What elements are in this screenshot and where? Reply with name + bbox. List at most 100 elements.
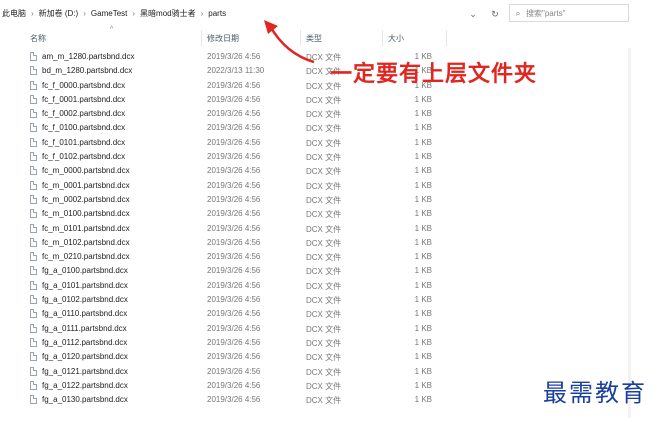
file-date: 2019/3/26 4:56 — [207, 194, 261, 204]
file-row[interactable]: fc_m_0002.partsbnd.dcx 2019/3/26 4:56 DCX … — [0, 194, 632, 208]
file-size: 1 KB — [414, 166, 432, 176]
file-size: 1 KB — [414, 237, 432, 247]
file-date: 2019/3/26 4:56 — [207, 366, 261, 376]
file-name: fg_a_0120.partsbnd.dcx — [42, 352, 128, 362]
breadcrumb-drive-d[interactable]: 新加卷 (D:) — [37, 8, 81, 19]
file-icon — [30, 366, 37, 376]
file-name: fg_a_0100.partsbnd.dcx — [42, 266, 128, 276]
file-row[interactable]: fg_a_0130.partsbnd.dcx 2019/3/26 4:56 DCX … — [0, 394, 632, 408]
file-date: 2019/3/26 4:56 — [207, 295, 261, 305]
file-date: 2019/3/26 4:56 — [207, 266, 261, 276]
breadcrumb-mod-folder[interactable]: 黑暗mod骑士者 — [138, 8, 198, 19]
search-input[interactable]: 搜索"parts" — [526, 8, 565, 19]
file-date: 2019/3/26 4:56 — [207, 123, 261, 133]
file-icon — [30, 180, 37, 190]
file-row[interactable]: fg_a_0102.partsbnd.dcx 2019/3/26 4:56 DCX … — [0, 294, 632, 308]
file-row[interactable]: fg_a_0120.partsbnd.dcx 2019/3/26 4:56 DCX … — [0, 351, 632, 365]
file-row[interactable]: fg_a_0100.partsbnd.dcx 2019/3/26 4:56 DCX … — [0, 265, 632, 279]
file-name: fg_a_0102.partsbnd.dcx — [42, 295, 128, 305]
file-size: 1 KB — [414, 123, 432, 133]
file-date: 2019/3/26 4:56 — [207, 380, 261, 390]
file-row[interactable]: fc_f_0001.partsbnd.dcx 2019/3/26 4:56 DCX … — [0, 94, 632, 108]
column-divider[interactable] — [201, 30, 202, 46]
file-type: DCX 文件 — [306, 124, 342, 134]
file-row[interactable]: fc_m_0102.partsbnd.dcx 2019/3/26 4:56 DCX … — [0, 237, 632, 251]
file-row[interactable]: fc_m_0210.partsbnd.dcx 2019/3/26 4:56 DCX … — [0, 251, 632, 265]
search-box[interactable]: ⌕ 搜索"parts" — [509, 4, 629, 22]
file-row[interactable]: fc_f_0002.partsbnd.dcx 2019/3/26 4:56 DCX … — [0, 108, 632, 122]
file-size: 1 KB — [414, 337, 432, 347]
file-date: 2019/3/26 4:56 — [207, 94, 261, 104]
file-icon — [30, 295, 37, 305]
file-icon — [30, 194, 37, 204]
file-row[interactable]: fc_m_0000.partsbnd.dcx 2019/3/26 4:56 DCX … — [0, 165, 632, 179]
file-size: 1 KB — [414, 252, 432, 262]
file-name: fc_m_0001.partsbnd.dcx — [42, 180, 130, 190]
file-date: 2019/3/26 4:56 — [207, 152, 261, 162]
file-date: 2019/3/26 4:56 — [207, 337, 261, 347]
file-type: DCX 文件 — [306, 338, 342, 348]
file-row[interactable]: fg_a_0111.partsbnd.dcx 2019/3/26 4:56 DCX … — [0, 323, 632, 337]
column-divider[interactable] — [382, 30, 383, 46]
file-icon — [30, 52, 37, 61]
file-row[interactable]: fg_a_0121.partsbnd.dcx 2019/3/26 4:56 DCX … — [0, 366, 632, 380]
file-size: 1 KB — [414, 194, 432, 204]
address-history-dropdown-icon[interactable]: ⌄ — [466, 7, 480, 21]
file-type: DCX 文件 — [306, 95, 342, 105]
file-type: DCX 文件 — [306, 267, 342, 277]
file-row[interactable]: fc_m_0100.partsbnd.dcx 2019/3/26 4:56 DCX … — [0, 208, 632, 222]
file-type: DCX 文件 — [306, 167, 342, 177]
breadcrumb-gametest[interactable]: GameTest — [89, 9, 129, 18]
chevron-right-icon: › — [83, 8, 86, 18]
file-row[interactable]: fg_a_0122.partsbnd.dcx 2019/3/26 4:56 DCX … — [0, 380, 632, 394]
annotation-arrow-icon — [264, 20, 315, 64]
file-name: fg_a_0110.partsbnd.dcx — [42, 309, 128, 319]
file-icon — [30, 309, 37, 319]
file-row[interactable]: fc_f_0000.partsbnd.dcx 2019/3/26 4:56 DCX … — [0, 80, 632, 94]
column-divider[interactable] — [446, 30, 447, 46]
file-icon — [30, 395, 37, 405]
file-row[interactable]: fc_f_0102.partsbnd.dcx 2019/3/26 4:56 DCX … — [0, 151, 632, 165]
file-icon — [30, 94, 37, 104]
file-type: DCX 文件 — [306, 138, 342, 148]
file-type: DCX 文件 — [306, 210, 342, 220]
file-size: 1 KB — [414, 180, 432, 190]
file-row[interactable]: fc_f_0100.partsbnd.dcx 2019/3/26 4:56 DCX … — [0, 122, 632, 136]
file-row[interactable]: fg_a_0101.partsbnd.dcx 2019/3/26 4:56 DCX … — [0, 280, 632, 294]
file-size: 1 KB — [414, 109, 432, 119]
file-date: 2019/3/26 4:56 — [207, 309, 261, 319]
vertical-scrollbar[interactable] — [628, 48, 631, 418]
column-header-size[interactable]: 大小 — [388, 33, 404, 44]
file-date: 2019/3/26 4:56 — [207, 223, 261, 233]
file-name: fc_f_0102.partsbnd.dcx — [42, 152, 126, 162]
file-icon — [30, 209, 37, 219]
file-icon — [30, 137, 37, 147]
file-icon — [30, 266, 37, 276]
file-row[interactable]: fc_m_0001.partsbnd.dcx 2019/3/26 4:56 DCX … — [0, 180, 632, 194]
file-row[interactable]: fg_a_0112.partsbnd.dcx 2019/3/26 4:56 DCX … — [0, 337, 632, 351]
file-icon — [30, 166, 37, 176]
file-row[interactable]: fc_m_0101.partsbnd.dcx 2019/3/26 4:56 DCX … — [0, 223, 632, 237]
column-header-name[interactable]: 名称 — [30, 33, 46, 44]
file-type: DCX 文件 — [306, 396, 342, 406]
file-name: fg_a_0130.partsbnd.dcx — [42, 395, 128, 405]
file-date: 2019/3/26 4:56 — [207, 252, 261, 262]
file-size: 1 KB — [414, 395, 432, 405]
column-header-date[interactable]: 修改日期 — [207, 33, 239, 44]
file-date: 2019/3/26 4:56 — [207, 395, 261, 405]
file-name: fc_f_0000.partsbnd.dcx — [42, 80, 126, 90]
file-icon — [30, 109, 37, 119]
file-row[interactable]: fc_f_0101.partsbnd.dcx 2019/3/26 4:56 DCX … — [0, 137, 632, 151]
file-size: 1 KB — [414, 209, 432, 219]
file-icon — [30, 252, 37, 262]
breadcrumb-this-pc[interactable]: 此电脑 — [0, 8, 28, 19]
refresh-icon[interactable]: ↻ — [488, 7, 502, 21]
file-row[interactable]: fg_a_0110.partsbnd.dcx 2019/3/26 4:56 DCX … — [0, 308, 632, 322]
file-size: 1 KB — [414, 223, 432, 233]
file-name: fc_m_0101.partsbnd.dcx — [42, 223, 130, 233]
file-name: fc_m_0002.partsbnd.dcx — [42, 194, 130, 204]
file-type: DCX 文件 — [306, 224, 342, 234]
file-type: DCX 文件 — [306, 181, 342, 191]
file-icon — [30, 352, 37, 362]
breadcrumb-parts[interactable]: parts — [206, 9, 228, 18]
